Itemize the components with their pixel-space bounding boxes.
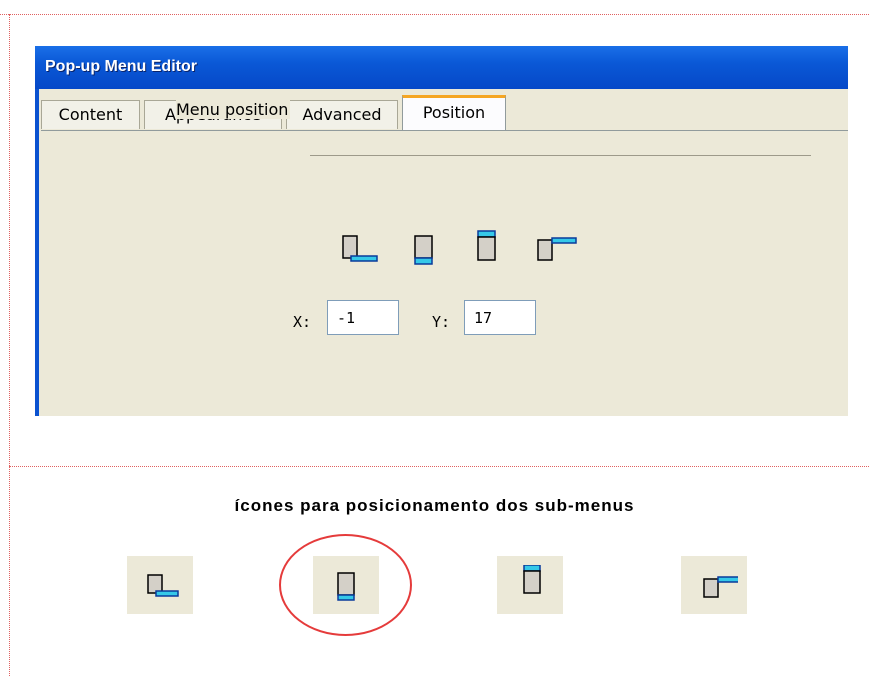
tab-advanced[interactable]: Advanced bbox=[286, 100, 398, 129]
section-guide-line bbox=[9, 466, 869, 467]
top-guide-line bbox=[0, 14, 869, 15]
tile-submenu-below-left-icon bbox=[127, 556, 193, 614]
submenu-right-top-icon[interactable] bbox=[530, 230, 578, 270]
tab-content[interactable]: Content bbox=[41, 100, 140, 129]
icons-caption: ícones para posicionamento dos sub-menus bbox=[234, 496, 635, 515]
tab-position[interactable]: Position bbox=[402, 95, 506, 131]
menu-position-label: Menu position bbox=[176, 100, 291, 119]
submenu-above-icon[interactable] bbox=[464, 226, 512, 266]
submenu-below-icon[interactable] bbox=[401, 230, 449, 270]
left-guide-line bbox=[9, 14, 10, 676]
y-offset-field[interactable] bbox=[464, 300, 536, 335]
highlight-circle bbox=[279, 534, 412, 636]
x-label: X: bbox=[293, 313, 312, 331]
tile-submenu-right-top-icon bbox=[681, 556, 747, 614]
x-offset-field[interactable] bbox=[327, 300, 399, 335]
tab-panel-border bbox=[41, 130, 848, 131]
y-label: Y: bbox=[432, 313, 451, 331]
group-divider bbox=[310, 155, 811, 156]
window-title: Pop-up Menu Editor bbox=[45, 58, 197, 75]
submenu-below-left-icon[interactable] bbox=[337, 230, 385, 270]
title-bar[interactable]: Pop-up Menu Editor bbox=[35, 46, 848, 89]
tile-submenu-above-icon bbox=[497, 556, 563, 614]
